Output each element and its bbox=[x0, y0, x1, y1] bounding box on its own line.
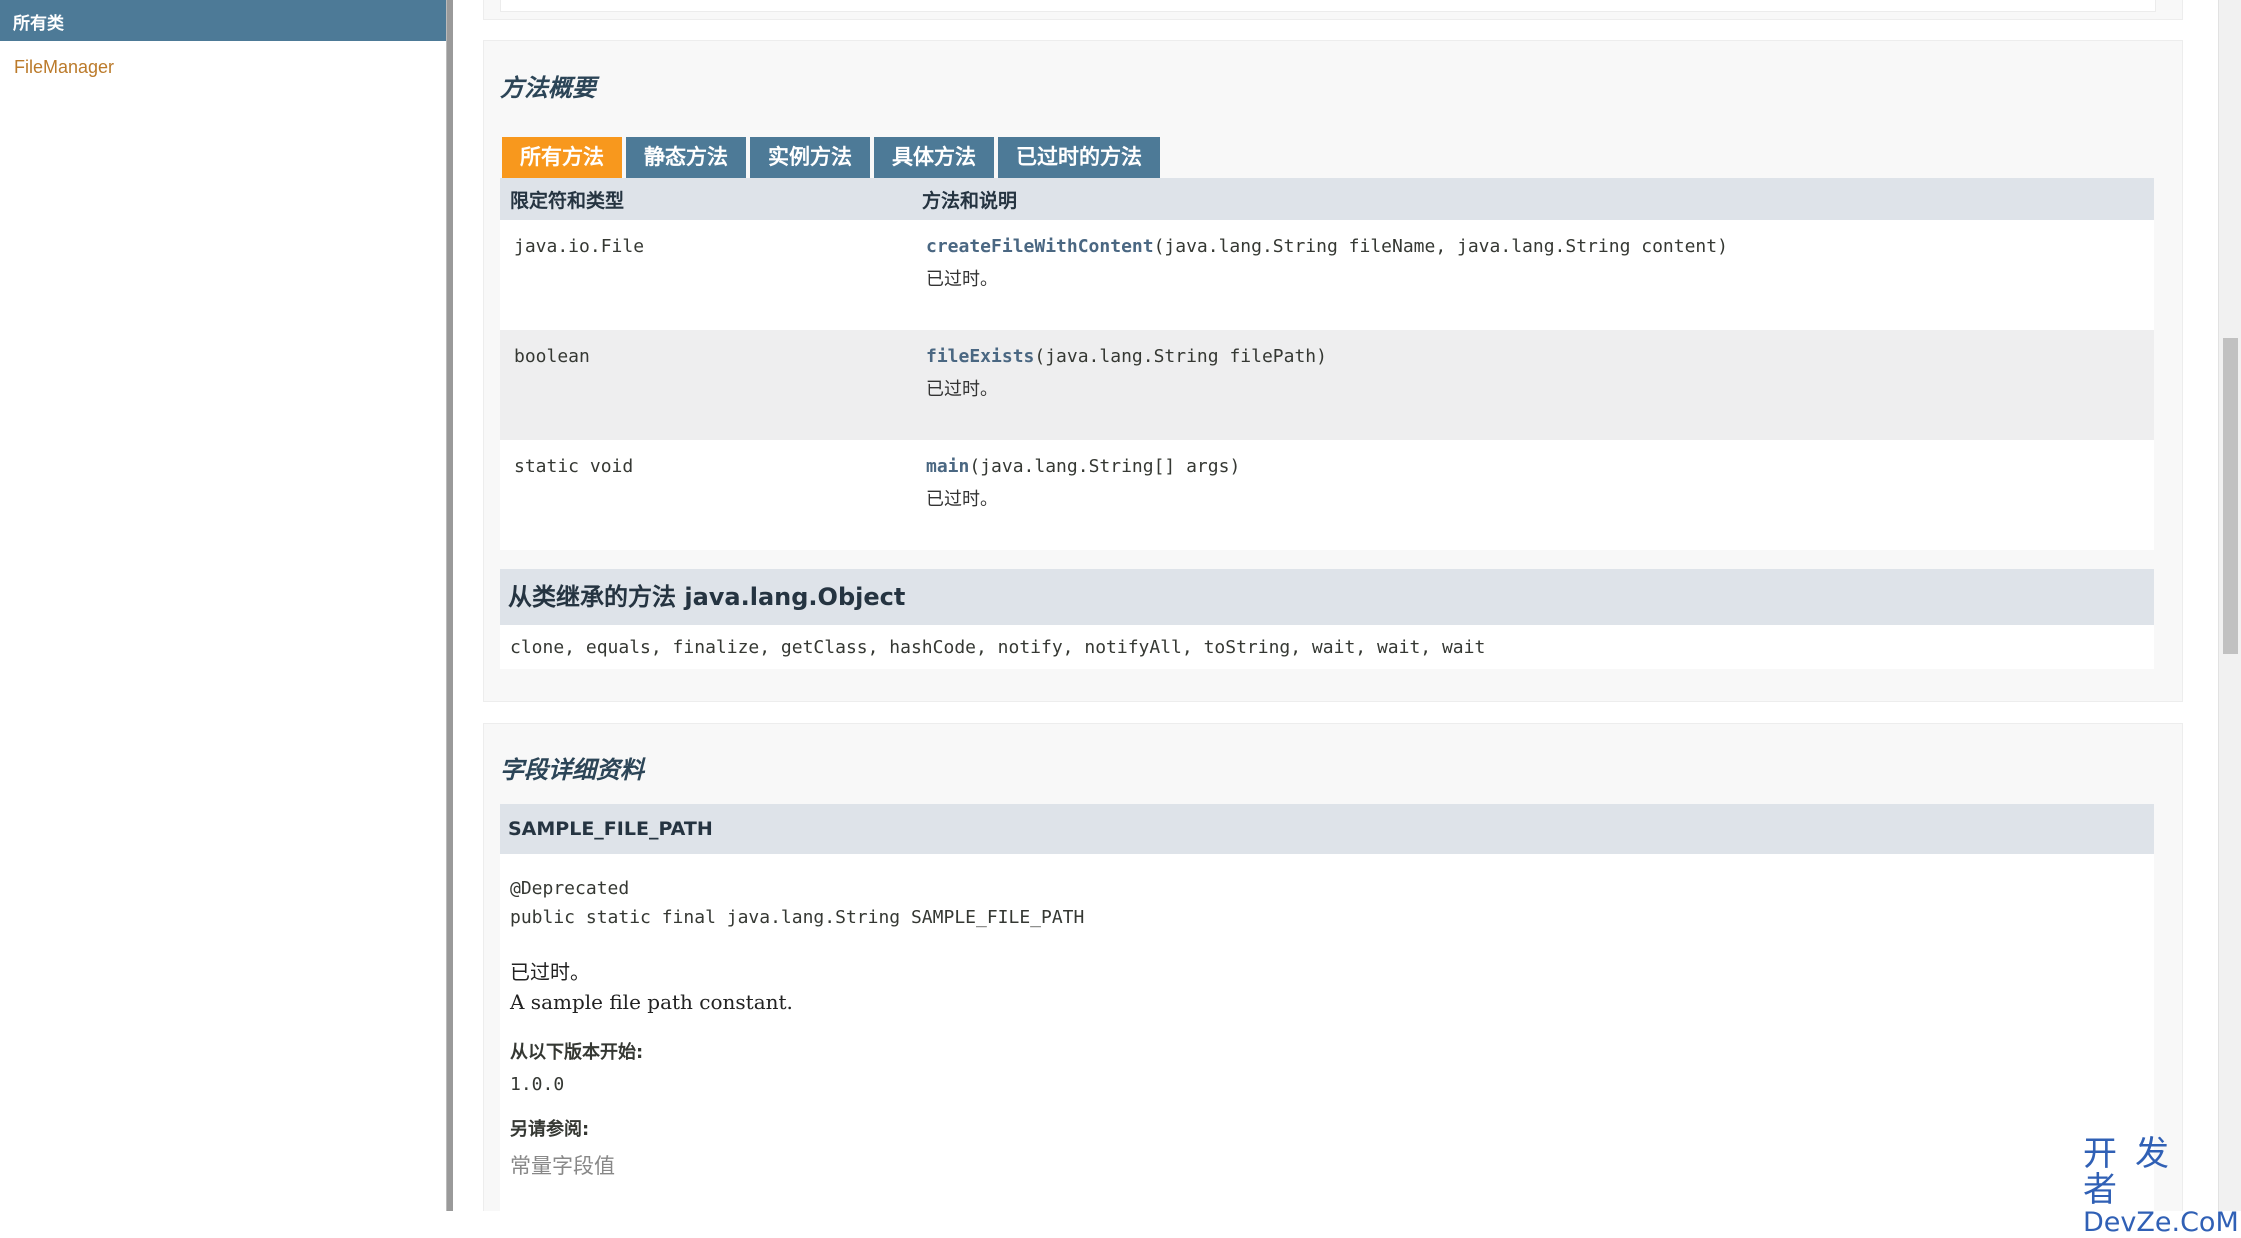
method-cell: fileExists(java.lang.String filePath) 已过… bbox=[912, 330, 2154, 440]
method-tabs: 所有方法 静态方法 实例方法 具体方法 已过时的方法 bbox=[502, 137, 1164, 178]
watermark-logo: 开发者 DevZe.CoM bbox=[2083, 1134, 2239, 1238]
see-also-link-constant-values[interactable]: 常量字段值 bbox=[510, 1150, 615, 1180]
return-type: java.io.File bbox=[500, 220, 912, 330]
all-classes-header: 所有类 bbox=[0, 0, 446, 41]
method-summary-section: 方法概要 所有方法 静态方法 实例方法 具体方法 已过时的方法 限定符和类型 方… bbox=[483, 40, 2183, 702]
tab-deprecated-methods[interactable]: 已过时的方法 bbox=[998, 137, 1160, 178]
field-detail-section: 字段详细资料 SAMPLE_FILE_PATH @Deprecated publ… bbox=[483, 723, 2183, 1211]
field-name-header: SAMPLE_FILE_PATH bbox=[500, 804, 2154, 854]
scrollbar-thumb[interactable] bbox=[2223, 338, 2238, 654]
method-params: (java.lang.String filePath) bbox=[1034, 346, 1327, 367]
method-link-createfilewithcontent[interactable]: createFileWithContent bbox=[926, 236, 1154, 257]
method-summary-title: 方法概要 bbox=[500, 74, 596, 102]
table-row: java.io.File createFileWithContent(java.… bbox=[500, 220, 2154, 330]
tab-static-methods[interactable]: 静态方法 bbox=[626, 137, 746, 178]
deprecated-note: 已过时。 bbox=[926, 269, 998, 290]
watermark-cn: 开发者 bbox=[2083, 1134, 2187, 1210]
field-detail-title: 字段详细资料 bbox=[500, 756, 644, 784]
since-value: 1.0.0 bbox=[510, 1074, 565, 1095]
method-link-main[interactable]: main bbox=[926, 456, 969, 477]
tab-instance-methods[interactable]: 实例方法 bbox=[750, 137, 870, 178]
return-type: boolean bbox=[500, 330, 912, 440]
tab-all-methods[interactable]: 所有方法 bbox=[502, 137, 622, 178]
previous-section-block bbox=[483, 0, 2183, 20]
see-also-label: 另请参阅: bbox=[510, 1119, 590, 1140]
watermark-en: DevZe.CoM bbox=[2083, 1207, 2239, 1238]
field-detail-body: @Deprecated public static final java.lan… bbox=[500, 854, 2154, 1211]
inherited-methods-list[interactable]: clone, equals, finalize, getClass, hashC… bbox=[500, 625, 2154, 669]
column-header-method: 方法和说明 bbox=[912, 178, 2154, 220]
class-link-filemanager[interactable]: FileManager bbox=[14, 57, 114, 77]
return-type: static void bbox=[500, 440, 912, 550]
vertical-scrollbar[interactable] bbox=[2218, 0, 2241, 1211]
previous-section-inner bbox=[500, 0, 2156, 12]
field-signature: public static final java.lang.String SAM… bbox=[510, 907, 1085, 928]
table-row: boolean fileExists(java.lang.String file… bbox=[500, 330, 2154, 440]
method-params: (java.lang.String[] args) bbox=[969, 456, 1241, 477]
table-row: static void main(java.lang.String[] args… bbox=[500, 440, 2154, 550]
deprecated-note: 已过时。 bbox=[926, 379, 998, 400]
class-detail-frame: 方法概要 所有方法 静态方法 实例方法 具体方法 已过时的方法 限定符和类型 方… bbox=[453, 0, 2218, 1211]
deprecated-note: 已过时。 bbox=[926, 489, 998, 510]
method-link-fileexists[interactable]: fileExists bbox=[926, 346, 1034, 367]
column-header-modifier: 限定符和类型 bbox=[500, 178, 912, 220]
class-list: FileManager bbox=[0, 41, 446, 78]
since-label: 从以下版本开始: bbox=[510, 1042, 644, 1063]
field-description: A sample file path constant. bbox=[510, 990, 793, 1014]
method-cell: main(java.lang.String[] args) 已过时。 bbox=[912, 440, 2154, 550]
method-params: (java.lang.String fileName, java.lang.St… bbox=[1153, 236, 1728, 257]
table-header-row: 限定符和类型 方法和说明 bbox=[500, 178, 2154, 220]
method-cell: createFileWithContent(java.lang.String f… bbox=[912, 220, 2154, 330]
inherited-methods-header: 从类继承的方法 java.lang.Object bbox=[500, 569, 2154, 625]
tab-concrete-methods[interactable]: 具体方法 bbox=[874, 137, 994, 178]
field-annotation: @Deprecated bbox=[510, 878, 630, 899]
method-summary-table: 限定符和类型 方法和说明 java.io.File createFileWith… bbox=[500, 178, 2154, 550]
field-deprecated-note: 已过时。 bbox=[510, 960, 590, 984]
class-list-frame: 所有类 FileManager bbox=[0, 0, 447, 1211]
